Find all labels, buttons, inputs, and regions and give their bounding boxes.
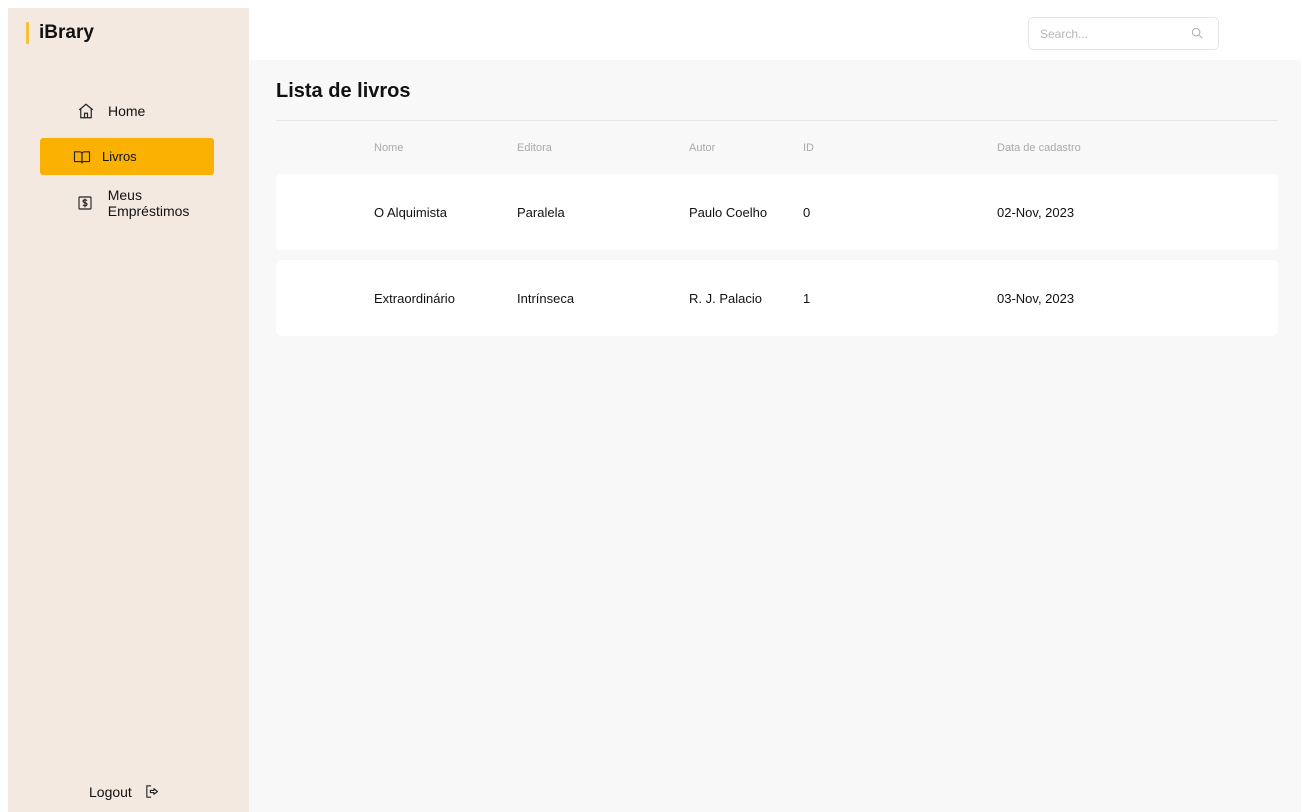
sidebar-item-home[interactable]: Home [40, 92, 214, 129]
cell-nome: Extraordinário [374, 291, 455, 306]
table-header: Nome Editora Autor ID Data de cadastro [276, 142, 1278, 158]
column-header-data[interactable]: Data de cadastro [997, 142, 1081, 154]
sidebar-nav: Home Livros Meus Empréstimos [40, 92, 214, 230]
brand-logo[interactable]: iBrary [26, 22, 94, 44]
table-row[interactable]: Extraordinário Intrínseca R. J. Palacio … [276, 260, 1278, 336]
logout-icon [144, 783, 161, 800]
sidebar-item-label: Home [108, 102, 146, 119]
sidebar-item-label: Livros [102, 149, 137, 164]
column-header-id[interactable]: ID [803, 142, 814, 154]
brand-accent-bar [26, 22, 29, 44]
home-icon [76, 101, 96, 121]
search-input[interactable] [1040, 26, 1190, 41]
table-row[interactable]: O Alquimista Paralela Paulo Coelho 0 02-… [276, 174, 1278, 250]
cell-editora: Paralela [517, 205, 565, 220]
cell-nome: O Alquimista [374, 205, 447, 220]
column-header-nome[interactable]: Nome [374, 142, 403, 154]
cell-data: 03-Nov, 2023 [997, 291, 1075, 306]
brand-name: iBrary [39, 22, 94, 43]
main-content: Lista de livros Nome Editora Autor ID Da… [249, 60, 1301, 812]
page-title: Lista de livros [276, 80, 411, 102]
cell-autor: R. J. Palacio [689, 291, 762, 306]
sidebar-item-meus-emprestimos[interactable]: Meus Empréstimos [40, 184, 214, 221]
cell-id: 1 [803, 291, 811, 306]
logout-button[interactable]: Logout [89, 783, 161, 800]
sidebar-item-livros[interactable]: Livros [40, 138, 214, 175]
sidebar: iBrary Home Livros Meus Empréstimos Logo… [8, 8, 249, 812]
column-header-autor[interactable]: Autor [689, 142, 715, 154]
cell-data: 02-Nov, 2023 [997, 205, 1075, 220]
title-divider [276, 120, 1278, 121]
cell-editora: Intrínseca [517, 291, 575, 306]
top-bar [249, 0, 1301, 60]
search-icon[interactable] [1190, 26, 1204, 40]
sidebar-item-label: Meus Empréstimos [107, 186, 190, 219]
logout-label: Logout [89, 783, 132, 800]
cell-autor: Paulo Coelho [689, 205, 768, 220]
search-box [1028, 17, 1219, 50]
cell-id: 0 [803, 205, 811, 220]
column-header-editora[interactable]: Editora [517, 142, 552, 154]
dollar-icon [76, 193, 94, 213]
book-open-icon [72, 147, 92, 167]
